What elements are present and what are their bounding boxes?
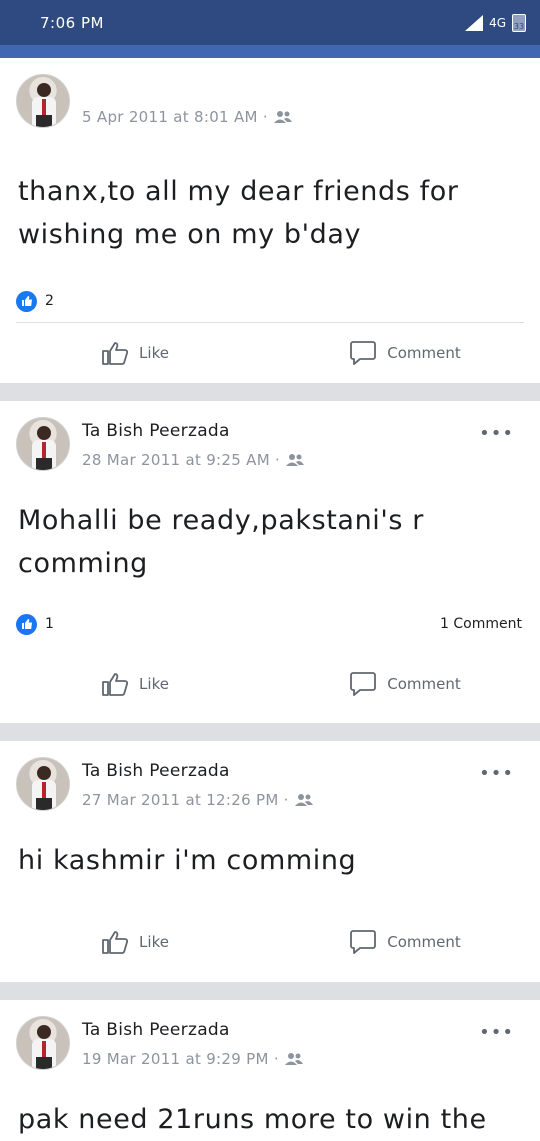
friends-icon <box>273 111 292 123</box>
feed: 5 Apr 2011 at 8:01 AM · thanx,to all my … <box>0 58 540 1141</box>
comment-bubble-icon <box>350 341 377 365</box>
post-text: Mohalli be ready,pakstani's r comming <box>18 505 424 579</box>
more-dots-icon[interactable]: ••• <box>479 423 514 444</box>
thumbs-up-icon <box>102 673 129 696</box>
avatar[interactable] <box>16 74 70 128</box>
reactions-row[interactable]: 2 <box>0 280 540 322</box>
post-actions: Like Comment <box>0 645 540 723</box>
comment-label: Comment <box>387 675 461 693</box>
post-text: thanx,to all my dear friends for wishing… <box>18 176 459 250</box>
post-header: Ta Bish Peerzada 27 Mar 2011 at 12:26 PM… <box>0 741 540 821</box>
comment-bubble-icon <box>350 930 377 954</box>
friends-icon <box>286 454 305 466</box>
more-dots-icon[interactable]: ••• <box>479 1022 514 1043</box>
signal-icon <box>465 14 484 31</box>
post-separator <box>0 982 540 1000</box>
post-timestamp[interactable]: 28 Mar 2011 at 9:25 AM · <box>82 451 280 469</box>
comment-label: Comment <box>387 933 461 951</box>
friends-icon <box>284 1053 303 1065</box>
comment-bubble-icon <box>350 672 377 696</box>
avatar[interactable] <box>16 757 70 811</box>
thumbs-up-icon <box>102 931 129 954</box>
like-label: Like <box>139 344 169 362</box>
post-separator <box>0 723 540 741</box>
friends-icon <box>294 794 313 806</box>
comment-button[interactable]: Comment <box>270 671 540 697</box>
battery-icon: 33 <box>512 13 526 32</box>
thumbs-up-icon <box>102 342 129 365</box>
author-name[interactable]: Ta Bish Peerzada <box>82 421 230 441</box>
avatar[interactable] <box>16 417 70 471</box>
post-header: Ta Bish Peerzada 19 Mar 2011 at 9:29 PM … <box>0 1000 540 1080</box>
post-timestamp[interactable]: 19 Mar 2011 at 9:29 PM · <box>82 1050 279 1068</box>
status-time: 7:06 PM <box>40 13 104 32</box>
comment-button[interactable]: Comment <box>270 929 540 955</box>
post-timestamp[interactable]: 5 Apr 2011 at 8:01 AM · <box>82 108 268 126</box>
comment-label: Comment <box>387 344 461 362</box>
reactions-row[interactable]: 1 1 Comment <box>0 603 540 645</box>
comment-button[interactable]: Comment <box>270 340 540 366</box>
like-count: 2 <box>45 293 54 309</box>
post-header: Ta Bish Peerzada 28 Mar 2011 at 9:25 AM … <box>0 401 540 481</box>
post-text: pak need 21runs more to win the <box>18 1104 487 1135</box>
status-bar: 7:06 PM 4G 33 <box>0 0 540 45</box>
author-name[interactable]: Ta Bish Peerzada <box>82 761 230 781</box>
more-dots-icon[interactable]: ••• <box>479 763 514 784</box>
post-separator <box>0 383 540 401</box>
post-text: hi kashmir i'm comming <box>18 845 357 876</box>
avatar[interactable] <box>16 1016 70 1070</box>
like-button[interactable]: Like <box>0 340 270 366</box>
post-actions: Like Comment <box>0 323 540 383</box>
post-timestamp[interactable]: 27 Mar 2011 at 12:26 PM · <box>82 791 289 809</box>
post: Ta Bish Peerzada 19 Mar 2011 at 9:29 PM … <box>0 1000 540 1141</box>
post: Ta Bish Peerzada 28 Mar 2011 at 9:25 AM … <box>0 401 540 723</box>
like-button[interactable]: Like <box>0 671 270 697</box>
post-header: 5 Apr 2011 at 8:01 AM · <box>0 58 540 138</box>
network-type: 4G <box>489 15 506 30</box>
comment-count[interactable]: 1 Comment <box>440 616 522 632</box>
like-button[interactable]: Like <box>0 929 270 955</box>
like-label: Like <box>139 675 169 693</box>
like-label: Like <box>139 933 169 951</box>
like-badge-icon <box>16 613 37 635</box>
author-name[interactable]: Ta Bish Peerzada <box>82 1020 230 1040</box>
post: 5 Apr 2011 at 8:01 AM · thanx,to all my … <box>0 58 540 383</box>
like-count: 1 <box>45 616 54 632</box>
like-badge-icon <box>16 290 37 312</box>
post-actions: Like Comment <box>0 882 540 982</box>
post: Ta Bish Peerzada 27 Mar 2011 at 12:26 PM… <box>0 741 540 982</box>
